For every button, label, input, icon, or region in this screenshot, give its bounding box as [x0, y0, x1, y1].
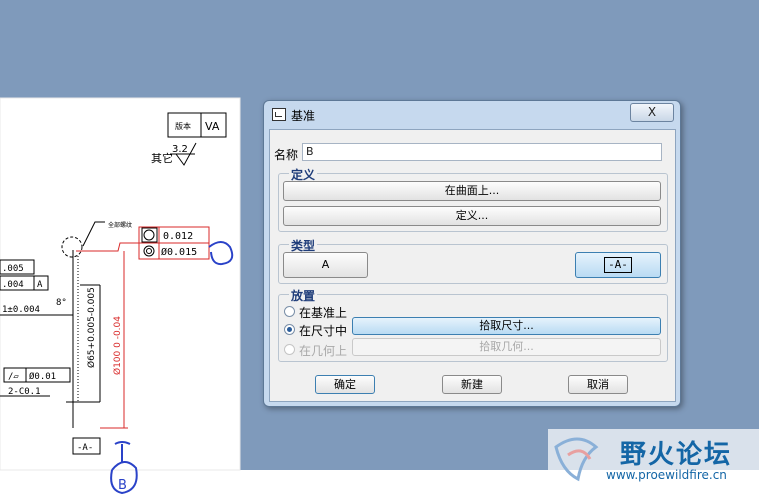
- logo-url: www.proewildfire.cn: [606, 468, 727, 482]
- placement-group: 放置 在基准上 在尺寸中 在几何上 拾取尺寸... 拾取几何...: [278, 287, 668, 362]
- definition-group: 定义 在曲面上... 定义...: [278, 166, 668, 232]
- dim-vertical-1: Ø65+0.005-0.005: [86, 287, 97, 368]
- radio-on-datum[interactable]: [284, 306, 295, 317]
- logo-site-name: 野火论坛: [620, 440, 733, 470]
- cancel-button[interactable]: 取消: [568, 375, 628, 394]
- radio-on-datum-label[interactable]: 在基准上: [299, 304, 347, 321]
- ok-button[interactable]: 确定: [315, 375, 375, 394]
- dim-value-3: A: [37, 280, 43, 290]
- pick-geometry-button[interactable]: 拾取几何...: [352, 338, 661, 356]
- type-group: 类型 A -A-: [278, 237, 668, 284]
- new-button[interactable]: 新建: [442, 375, 502, 394]
- tolerance-value-1: 0.012: [163, 231, 193, 242]
- dim-value-6: Ø0.01: [29, 371, 56, 382]
- on-surface-button[interactable]: 在曲面上...: [283, 181, 661, 201]
- note-label: 全部螺纹: [108, 221, 132, 229]
- roughness-value: 3.2: [172, 144, 188, 155]
- close-button[interactable]: X: [630, 103, 674, 122]
- dim-value-1: .005: [2, 264, 24, 274]
- dialog-titlebar[interactable]: 基准 X: [264, 101, 680, 127]
- dim-vertical-2: Ø100 0 -0.04: [112, 316, 123, 375]
- radio-on-geometry[interactable]: [284, 344, 295, 355]
- dialog-title: 基准: [291, 109, 316, 123]
- radio-in-dimension[interactable]: [284, 324, 295, 335]
- name-input[interactable]: B: [302, 143, 662, 161]
- other-label: 其它: [151, 151, 173, 165]
- handwritten-b: B: [118, 478, 127, 493]
- svg-text:/▱: /▱: [8, 372, 19, 382]
- type-a-button[interactable]: A: [283, 252, 368, 278]
- define-button[interactable]: 定义...: [283, 206, 661, 226]
- radio-on-geometry-label[interactable]: 在几何上: [299, 342, 347, 359]
- radio-in-dimension-label[interactable]: 在尺寸中: [299, 322, 347, 339]
- datum-dialog: 基准 X 名称 B 定义 在曲面上... 定义... 类型 A -A- 放置 在…: [263, 100, 681, 407]
- dim-value-2: .004: [2, 280, 24, 290]
- dialog-body: 名称 B 定义 在曲面上... 定义... 类型 A -A- 放置 在基准上 在…: [269, 129, 676, 402]
- version-label: 版本: [175, 121, 191, 131]
- placement-title: 放置: [289, 287, 318, 304]
- pick-dimension-button[interactable]: 拾取尺寸...: [352, 317, 661, 335]
- datum-a-tag: -A-: [77, 443, 93, 453]
- name-label: 名称: [274, 148, 299, 162]
- version-value: VA: [205, 120, 220, 133]
- tolerance-value-2: Ø0.015: [161, 246, 197, 258]
- datum-app-icon: [272, 108, 286, 121]
- type-datum-button[interactable]: -A-: [575, 252, 661, 278]
- dim-value-4: 1±0.004: [2, 305, 40, 315]
- dim-value-5: 8°: [56, 298, 67, 308]
- datum-symbol: -A-: [604, 257, 632, 273]
